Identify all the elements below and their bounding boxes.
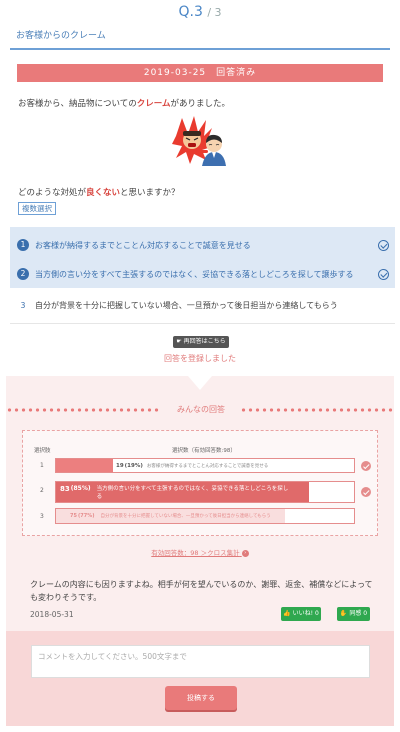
choice-2-number: 2	[17, 268, 29, 280]
my-answer-check-icon	[361, 487, 371, 497]
results-col-count: 選択数（有効回答数:98）	[172, 448, 236, 454]
choice-3-label: 自分が背景を十分に把握していない場合、一旦預かって後日担当から連絡してもらう	[35, 301, 338, 310]
result-3-count: 75	[70, 513, 77, 519]
question-total: / 3	[207, 6, 222, 19]
question-number: Q.3 / 3	[0, 4, 400, 20]
cross-tab-label: 有効回答数：98 ＞クロス集計	[151, 549, 240, 557]
choice-1-number: 1	[17, 239, 29, 251]
choice-3[interactable]: 3 自分が背景を十分に把握していない場合、一旦預かって後日担当から連絡してもらう	[10, 288, 395, 324]
complaint-illustration	[172, 116, 226, 166]
result-2-text-cont: る	[96, 494, 103, 500]
scenario-text: お客様から、納品物についてのクレームがありました。	[18, 97, 230, 109]
result-1-number: 1	[40, 462, 44, 469]
choice-2-label: 当方側の言い分をすべて主張するのではなく、妥協できる落としどころを探して譲歩する	[35, 269, 354, 279]
comment-text: クレームの内容にも因りますよね。相手が何を望んでいるのか、謝罪、返金、補償などに…	[30, 580, 373, 602]
scenario-text-before: お客様から、納品物についての	[18, 99, 137, 109]
title-divider	[10, 48, 390, 50]
registered-message: 回答を登録しました	[164, 354, 236, 363]
my-answer-check-icon	[361, 461, 371, 471]
result-2-bar: 83 (85%) 当方側の言い分をすべて主張するのではなく、妥協できる落としどころ…	[55, 481, 355, 503]
result-3-text: 自分が背景を十分に把握していない場合、一旦預かって後日担当から連絡してもらう	[100, 514, 271, 519]
result-3-number: 3	[40, 513, 44, 520]
dotted-divider-left	[6, 408, 161, 412]
check-circle-icon	[378, 268, 389, 280]
question-current: Q.3	[178, 4, 203, 20]
scenario-highlight: クレーム	[136, 99, 171, 109]
reanswer-button[interactable]: ☛ 再回答はこちら	[173, 336, 229, 348]
result-1-fill	[56, 459, 113, 472]
question-text-after: と思いますか？	[120, 188, 180, 198]
multi-select-badge: 複数選択	[18, 202, 56, 215]
check-circle-icon	[378, 239, 389, 251]
thumbs-up-icon: 👍	[283, 610, 291, 617]
date-status-band: 2019-03-25 回答済み	[17, 64, 383, 82]
result-1-bar: 19 (19%) お客様が納得するまでとことん対応することで誠意を見せる	[55, 458, 355, 473]
result-2-count: 83	[60, 485, 70, 493]
results-col-choice: 選択肢	[34, 448, 51, 454]
cross-tab-link[interactable]: 有効回答数：98 ＞クロス集計 ›	[0, 547, 400, 557]
agree-label: 同感 0	[349, 610, 368, 617]
result-3-bar: 75 (77%) 自分が背景を十分に把握していない場合、一旦預かって後日担当から連…	[55, 508, 355, 524]
results-heading: みんなの回答	[177, 405, 225, 414]
like-label: いいね! 0	[292, 610, 319, 617]
choice-3-number: 3	[20, 300, 26, 310]
comment-textarea[interactable]	[31, 645, 370, 678]
comment-date: 2018-05-31	[30, 610, 74, 619]
submit-button[interactable]: 投稿する	[165, 686, 237, 710]
result-1-count: 19	[116, 462, 124, 469]
dotted-divider-right	[240, 408, 394, 412]
question-text-before: どのような対処が	[18, 188, 87, 198]
pointer-hand-icon: ☛	[176, 338, 182, 345]
result-2-text: 当方側の言い分をすべて主張するのではなく、妥協できる落としどころを探し	[96, 486, 289, 492]
question-text: どのような対処が良くないと思いますか？	[18, 186, 180, 198]
reanswer-label: 再回答はこちら	[183, 338, 226, 345]
result-3-pct: (77%)	[77, 513, 95, 519]
result-2-pct: (85%)	[70, 485, 91, 492]
result-2-number: 2	[40, 487, 44, 494]
result-1-pct: (19%)	[124, 462, 143, 469]
question-highlight: 良くない	[86, 188, 121, 198]
agree-button[interactable]: ✋ 同感 0	[337, 607, 370, 621]
choice-1-label: お客様が納得するまでとことん対応することで誠意を見せる	[35, 240, 251, 250]
question-title: お客様からのクレーム	[16, 31, 106, 41]
like-button[interactable]: 👍 いいね! 0	[281, 607, 321, 621]
choice-2[interactable]: 2 当方側の言い分をすべて主張するのではなく、妥協できる落としどころを探して譲歩…	[10, 256, 395, 292]
handshake-icon: ✋	[339, 610, 348, 617]
chevron-circle-icon: ›	[241, 549, 249, 557]
scenario-text-after: がありました。	[170, 99, 231, 109]
section-pointer-triangle	[188, 376, 212, 390]
result-1-text: お客様が納得するまでとことん対応することで誠意を見せる	[146, 463, 269, 469]
